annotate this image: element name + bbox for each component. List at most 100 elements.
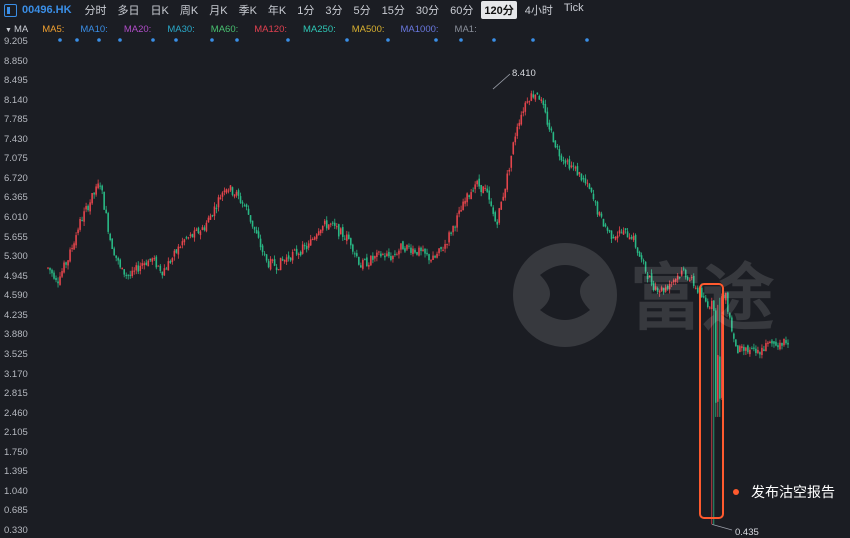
candle-body <box>580 173 583 181</box>
min-price-label: 0.435 <box>735 527 759 538</box>
candle-body <box>177 246 180 255</box>
candle-body <box>295 248 298 255</box>
candle-body <box>123 269 126 275</box>
candle-body <box>570 165 573 168</box>
candle-body <box>303 245 306 247</box>
candle-body <box>346 234 348 241</box>
candle-body <box>390 256 392 261</box>
event-marker <box>459 38 463 42</box>
candle-body <box>325 220 328 229</box>
candle-body <box>267 261 270 268</box>
candle-body <box>372 255 374 260</box>
candle-body <box>348 234 350 240</box>
event-marker <box>585 38 589 42</box>
candle-body <box>297 253 300 255</box>
candle-body <box>458 210 460 214</box>
candle-body <box>59 276 61 285</box>
candle-body <box>428 254 430 261</box>
candle-body <box>269 258 272 270</box>
candle-body <box>327 224 330 230</box>
event-marker <box>58 38 62 42</box>
candle-body <box>434 255 436 258</box>
candle-body <box>183 239 186 243</box>
candle-body <box>408 245 410 247</box>
candle-body <box>189 234 192 236</box>
candle-body <box>171 258 174 262</box>
candle-body <box>484 187 486 189</box>
candle-body <box>179 247 182 249</box>
candle-body <box>223 190 226 193</box>
candle-body <box>99 185 101 187</box>
candle-body <box>71 247 73 250</box>
candle-body <box>370 255 372 266</box>
candle-body <box>161 271 164 276</box>
candle-body <box>339 228 342 235</box>
candle-body <box>508 169 511 172</box>
candle-body <box>139 265 142 271</box>
candle-body <box>115 255 117 258</box>
candle-body <box>195 229 198 231</box>
candle-body <box>309 239 312 246</box>
candle-body <box>622 230 625 235</box>
candle-body <box>382 254 384 256</box>
candle-body <box>55 277 57 281</box>
candle-body <box>584 178 587 184</box>
candle-body <box>193 230 196 238</box>
candle-body <box>329 223 332 225</box>
candle-body <box>486 188 488 192</box>
candle-body <box>600 213 603 217</box>
candle-body <box>135 265 138 271</box>
candle-body <box>253 226 256 230</box>
candle-body <box>257 231 260 238</box>
candle-body <box>452 225 454 233</box>
candle-body <box>498 208 501 223</box>
candle-body <box>528 101 531 103</box>
candle-body <box>319 229 322 234</box>
candle-body <box>490 201 492 206</box>
candle-body <box>225 189 228 193</box>
candle-body <box>81 220 83 222</box>
svg-text:富途: 富途 <box>630 256 774 340</box>
candle-body <box>480 185 482 193</box>
candle-body <box>396 254 398 256</box>
candle-body <box>536 92 539 95</box>
candle-body <box>69 249 71 262</box>
candle-body <box>145 262 148 265</box>
candle-body <box>169 261 172 263</box>
candle-body <box>47 267 49 269</box>
candle-body <box>109 233 111 241</box>
event-marker <box>434 38 438 42</box>
candle-body <box>544 104 547 113</box>
candle-body <box>305 245 308 250</box>
candle-body <box>187 237 190 239</box>
candle-body <box>315 234 318 239</box>
candle-body <box>133 270 136 272</box>
candle-body <box>604 224 607 227</box>
candle-body <box>350 238 352 246</box>
candle-body <box>181 241 184 246</box>
candle-body <box>566 160 569 162</box>
candle-body <box>512 142 515 154</box>
candle-body <box>562 159 565 161</box>
candle-body <box>444 244 446 249</box>
candle-body <box>241 202 244 204</box>
candle-body <box>450 232 452 234</box>
candle-body <box>464 200 466 204</box>
candle-body <box>331 222 334 224</box>
candle-body <box>578 172 581 175</box>
candle-body <box>608 230 611 232</box>
candle-body <box>175 249 178 253</box>
candle-body <box>418 247 420 256</box>
candle-body <box>492 207 494 214</box>
candle-body <box>289 257 292 261</box>
candle-body <box>121 267 123 270</box>
candle-body <box>201 227 204 231</box>
candle-body <box>602 218 605 227</box>
candle-body <box>456 215 458 228</box>
candle-body <box>542 100 545 105</box>
candle-body <box>534 94 537 100</box>
candle-body <box>362 259 364 269</box>
candle-body <box>191 234 194 238</box>
candle-body <box>538 95 541 100</box>
candle-body <box>317 231 320 236</box>
